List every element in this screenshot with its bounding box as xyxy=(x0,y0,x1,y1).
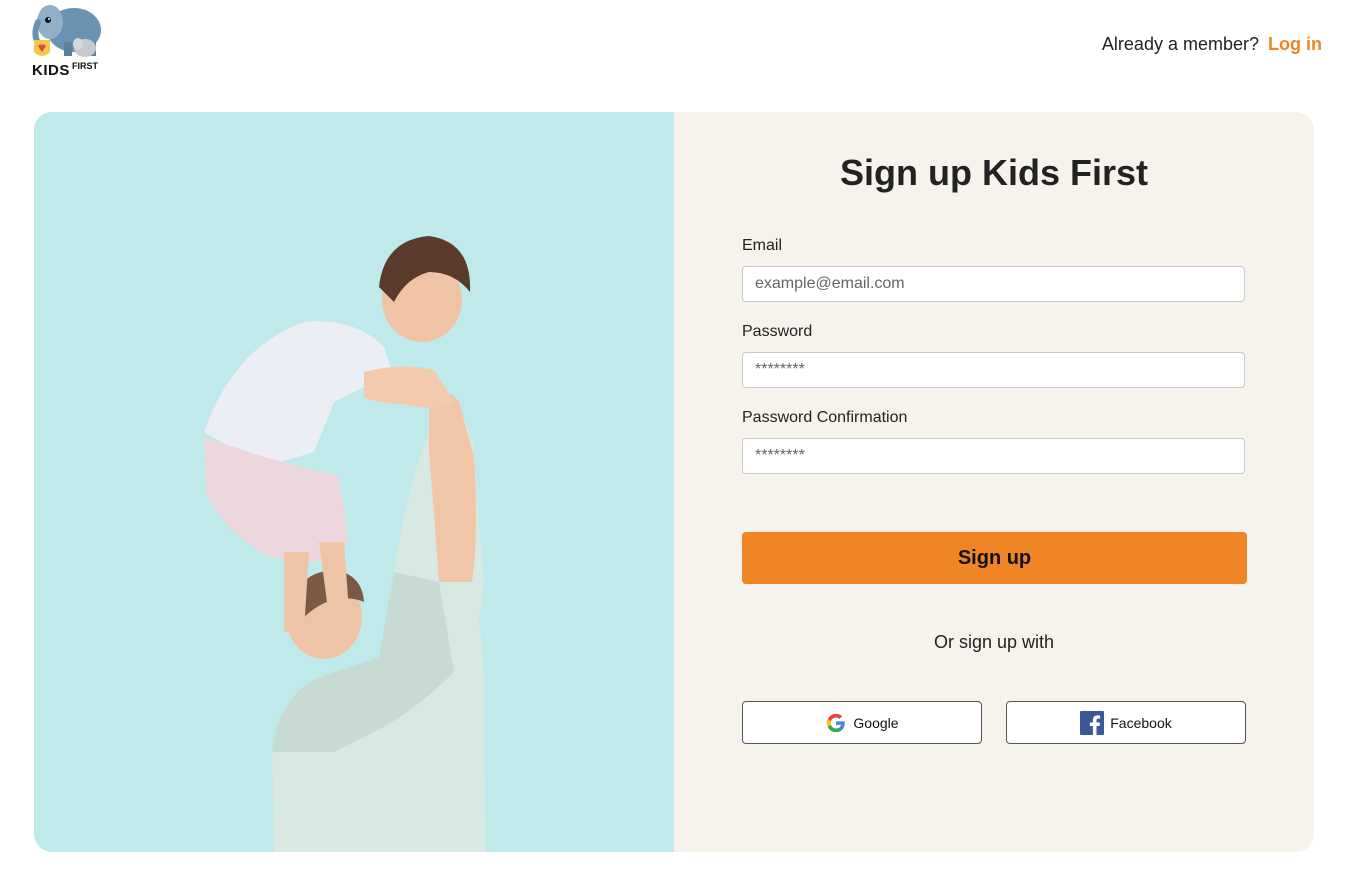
elephant-logo-icon xyxy=(32,5,101,57)
password-label: Password xyxy=(742,323,813,340)
facebook-label: Facebook xyxy=(1110,714,1172,731)
logo-text-kids: KIDS xyxy=(32,62,70,79)
password-field[interactable] xyxy=(742,352,1245,388)
or-signup-with-text: Or sign up with xyxy=(933,632,1055,652)
login-link[interactable]: Log in xyxy=(1268,34,1322,54)
kids-first-logo[interactable]: KIDS FIRST xyxy=(30,2,105,80)
google-signup-button[interactable]: Google xyxy=(742,701,982,744)
email-label: Email xyxy=(742,237,783,254)
login-prompt: Already a member? Log in xyxy=(1102,34,1322,55)
password-confirmation-field[interactable] xyxy=(742,438,1245,474)
hero-image-panel xyxy=(34,112,674,852)
parent-lifting-child-photo xyxy=(204,236,486,852)
logo-text-first: FIRST xyxy=(72,61,98,71)
facebook-signup-button[interactable]: Facebook xyxy=(1006,701,1246,744)
signup-card: Sign up Kids First Email Password Passwo… xyxy=(34,112,1314,852)
member-prompt-text: Already a member? xyxy=(1101,34,1259,54)
email-field[interactable] xyxy=(742,266,1245,302)
signup-form-panel: Sign up Kids First Email Password Passwo… xyxy=(674,112,1314,852)
google-label: Google xyxy=(853,714,899,731)
form-title: Sign up Kids First xyxy=(839,152,1148,193)
signup-button[interactable]: Sign up xyxy=(742,532,1247,584)
password-confirmation-label: Password Confirmation xyxy=(742,409,908,426)
google-icon xyxy=(825,712,847,734)
facebook-icon xyxy=(1080,710,1105,735)
